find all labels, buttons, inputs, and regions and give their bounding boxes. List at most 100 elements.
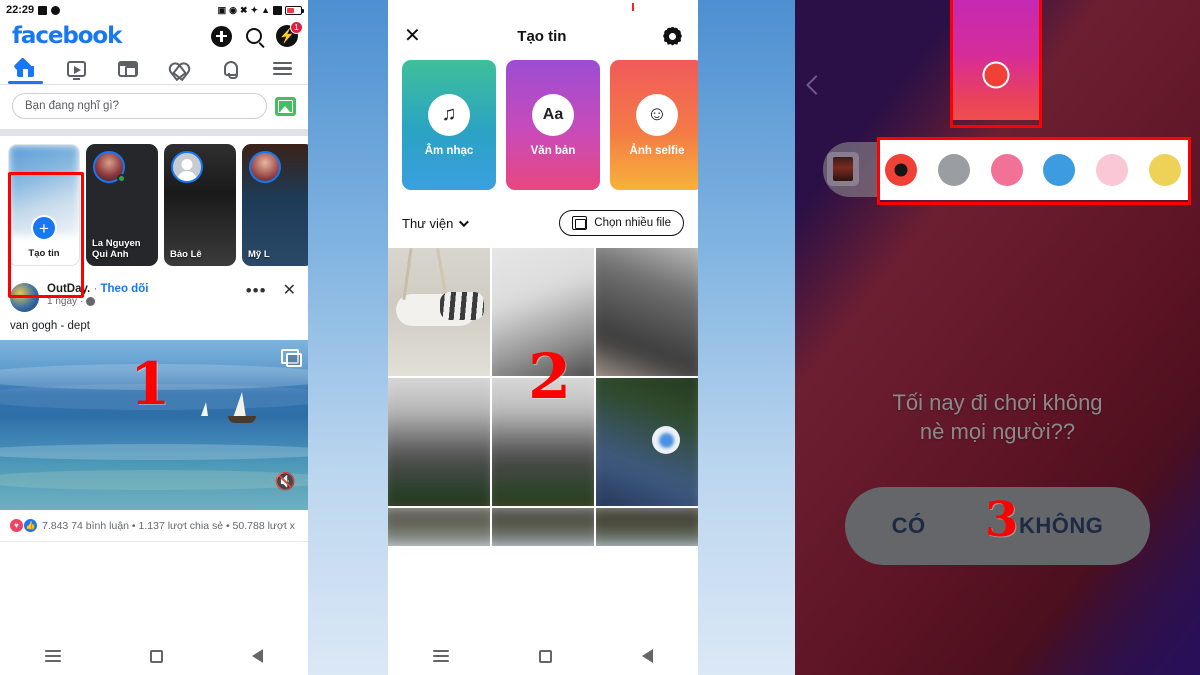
close-icon[interactable]: ✕ bbox=[404, 26, 421, 46]
gallery-cell[interactable] bbox=[388, 248, 490, 376]
facebook-tab-bar bbox=[0, 53, 308, 85]
messenger-icon[interactable]: ⚡ 1 bbox=[276, 21, 303, 47]
signal-icon bbox=[273, 5, 282, 15]
poll-option-yes[interactable]: CÓ bbox=[892, 513, 926, 539]
story-create-card[interactable]: + Tạo tin bbox=[8, 144, 80, 266]
post-body-text: van gogh - dept bbox=[10, 320, 90, 332]
mute-icon[interactable]: 🔇 bbox=[275, 472, 296, 492]
gallery-cell[interactable] bbox=[492, 508, 594, 546]
wave-decor bbox=[0, 384, 308, 410]
story-card[interactable]: La Nguyen Qui Anh bbox=[86, 144, 158, 266]
story-card-label: Mỹ L bbox=[248, 249, 270, 261]
follow-link[interactable]: Theo dõi bbox=[101, 283, 149, 295]
post-author-avatar[interactable] bbox=[10, 283, 39, 312]
gallery-cell[interactable] bbox=[388, 508, 490, 546]
photo-icon[interactable] bbox=[275, 96, 296, 116]
picture-in-picture-icon[interactable] bbox=[281, 349, 302, 367]
poll-widget[interactable]: CÓ KHÔNG bbox=[845, 487, 1150, 565]
story-create-plus-icon: + bbox=[31, 215, 57, 241]
story-create-label: Tạo tin bbox=[28, 248, 60, 259]
nav-back-button[interactable] bbox=[252, 649, 264, 663]
color-swatch-row[interactable] bbox=[877, 140, 1189, 200]
gear-icon[interactable] bbox=[663, 27, 682, 46]
card-label: Văn bản bbox=[530, 144, 576, 157]
status-bar: 22:29 ▣ ◉ ✖ ✦ ▲ bbox=[0, 0, 308, 20]
story-card[interactable]: Bảo Lê bbox=[164, 144, 236, 266]
tab-notifications[interactable] bbox=[205, 53, 256, 84]
tab-menu[interactable] bbox=[257, 53, 308, 84]
avatar-person-icon bbox=[181, 159, 193, 170]
post-stats-row: ♥ 👍 7.843 74 bình luận • 1.137 lượt chia… bbox=[0, 510, 308, 542]
post-more-icon[interactable]: ••• bbox=[246, 282, 267, 299]
camera-shortcut-button[interactable] bbox=[652, 426, 680, 454]
story-question-text[interactable]: Tối nay đi chơi không nè mọi người?? bbox=[795, 388, 1200, 446]
gallery-cell[interactable] bbox=[596, 378, 698, 506]
wave-decor bbox=[0, 444, 308, 460]
heart-icon bbox=[170, 61, 189, 77]
phone-panel-create-story: ✕ Tạo tin ♫ Âm nhạc Aa Văn bản ☺ Ảnh sel… bbox=[388, 0, 698, 675]
boat-hull-decor bbox=[228, 416, 256, 423]
multi-select-label: Chọn nhiều file bbox=[594, 217, 671, 229]
card-text[interactable]: Aa Văn bản bbox=[506, 60, 600, 190]
tab-video[interactable] bbox=[51, 53, 102, 84]
blurred-photo bbox=[492, 508, 594, 546]
gallery-cell[interactable] bbox=[492, 378, 594, 506]
gallery-cell[interactable] bbox=[388, 378, 490, 506]
nav-recents-button[interactable] bbox=[44, 650, 61, 662]
phone-panel-story-editor: Tối nay đi chơi không nè mọi người?? CÓ … bbox=[795, 0, 1200, 675]
gallery-cell[interactable] bbox=[596, 248, 698, 376]
color-swatch-yellow[interactable] bbox=[1148, 154, 1181, 186]
avatar-body-icon bbox=[177, 171, 197, 181]
card-label: Âm nhạc bbox=[424, 144, 474, 157]
avatar bbox=[249, 151, 281, 183]
color-swatch-red[interactable] bbox=[885, 154, 917, 186]
mute-icon: ✖ bbox=[239, 4, 248, 15]
bluetooth-icon: ✦ bbox=[250, 4, 259, 15]
tab-marketplace[interactable] bbox=[103, 53, 154, 84]
nav-home-button[interactable] bbox=[539, 649, 552, 663]
color-swatch-blue[interactable] bbox=[1043, 154, 1076, 186]
post-meta: OutDay. · Theo dõi 1 ngày · bbox=[47, 283, 238, 307]
nav-recents-button[interactable] bbox=[433, 650, 449, 662]
selected-color-preview[interactable] bbox=[982, 61, 1010, 89]
nav-back-button[interactable] bbox=[642, 649, 653, 663]
blurred-photo bbox=[492, 378, 594, 506]
color-swatch-pink[interactable] bbox=[990, 154, 1023, 186]
post-image[interactable]: 🔇 bbox=[0, 340, 308, 510]
bell-icon bbox=[223, 61, 238, 79]
card-selfie[interactable]: ☺ Ảnh selfie bbox=[610, 60, 698, 190]
create-plus-icon[interactable] bbox=[211, 25, 232, 47]
tab-home[interactable] bbox=[0, 53, 51, 84]
battery-icon bbox=[285, 5, 304, 15]
background-thumbnail[interactable] bbox=[827, 152, 859, 186]
multi-select-button[interactable]: Chọn nhiều file bbox=[559, 210, 684, 236]
color-picker-strip[interactable] bbox=[950, 0, 1042, 120]
phone-panel-facebook-feed: 22:29 ▣ ◉ ✖ ✦ ▲ facebook ⚡ 1 Bạn đang ng… bbox=[0, 0, 308, 675]
nav-home-button[interactable] bbox=[149, 649, 163, 663]
search-icon[interactable] bbox=[246, 28, 262, 44]
nfc-icon: ▣ bbox=[217, 4, 227, 15]
video-icon bbox=[67, 60, 87, 80]
blurred-photo bbox=[388, 508, 490, 546]
library-selector[interactable]: Thư viện bbox=[402, 216, 470, 231]
status-composer-input[interactable]: Bạn đang nghĩ gì? bbox=[12, 93, 267, 119]
avatar bbox=[171, 151, 203, 183]
poll-option-no[interactable]: KHÔNG bbox=[1019, 513, 1103, 539]
screenshot-stage: 22:29 ▣ ◉ ✖ ✦ ▲ facebook ⚡ 1 Bạn đang ng… bbox=[0, 0, 1200, 675]
story-type-cards: ♫ Âm nhạc Aa Văn bản ☺ Ảnh selfie bbox=[388, 60, 698, 206]
tab-dating[interactable] bbox=[154, 53, 205, 84]
composer-row: Bạn đang nghĩ gì? bbox=[0, 85, 308, 129]
stories-tray[interactable]: + Tạo tin La Nguyen Qui Anh Bảo Lê Mỹ L bbox=[0, 136, 308, 274]
small-sailboat-decor bbox=[201, 402, 208, 416]
card-music[interactable]: ♫ Âm nhạc bbox=[402, 60, 496, 190]
post-close-icon[interactable]: ✕ bbox=[275, 283, 298, 299]
story-card[interactable]: Mỹ L bbox=[242, 144, 308, 266]
color-swatch-gray[interactable] bbox=[937, 154, 970, 186]
story-question-line1: Tối nay đi chơi không bbox=[892, 390, 1103, 415]
status-bar-left: 22:29 bbox=[6, 4, 61, 16]
gallery-cell[interactable] bbox=[596, 508, 698, 546]
gallery-cell[interactable] bbox=[492, 248, 594, 376]
menu-icon bbox=[272, 62, 292, 75]
post-author-name[interactable]: OutDay. bbox=[47, 283, 90, 295]
color-swatch-light-pink[interactable] bbox=[1096, 154, 1129, 186]
